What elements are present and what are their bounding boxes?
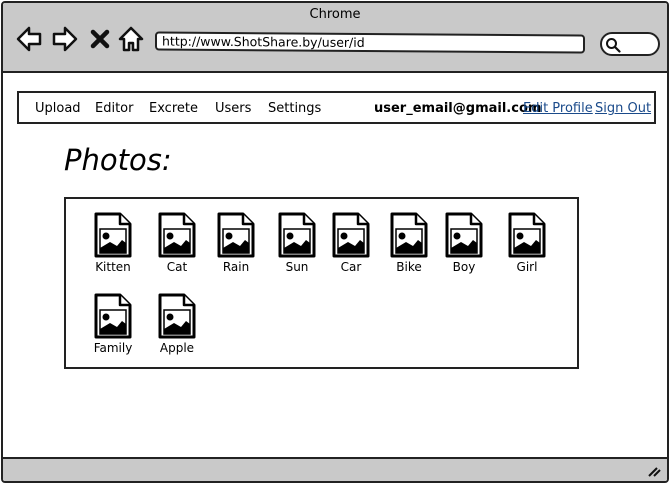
- nav-item-upload[interactable]: Upload: [35, 101, 81, 116]
- photo-gallery: Kitten Cat Rain Sun Car Bike Boy Girl Fa…: [64, 197, 579, 369]
- photo-label: Rain: [222, 260, 250, 274]
- image-file-icon: [278, 212, 316, 258]
- status-bar: [3, 457, 667, 481]
- browser-window: Chrome http://www.ShotShare.by/user/id U…: [1, 1, 669, 483]
- search-icon: [606, 38, 621, 53]
- home-icon[interactable]: [117, 23, 145, 55]
- page-title: Photos:: [64, 143, 172, 177]
- photo-item[interactable]: Bike: [379, 211, 439, 274]
- image-file-icon: [217, 212, 255, 258]
- photo-item[interactable]: Cat: [147, 211, 207, 274]
- resize-grip-icon[interactable]: [646, 462, 662, 478]
- sign-out-link[interactable]: Sign Out: [595, 101, 651, 116]
- photo-label: Sun: [285, 260, 309, 274]
- edit-profile-link[interactable]: Edit Profile: [523, 101, 593, 116]
- forward-arrow-icon[interactable]: [51, 23, 79, 55]
- image-file-icon: [158, 212, 196, 258]
- photo-item[interactable]: Sun: [267, 211, 327, 274]
- photo-label: Family: [93, 341, 133, 355]
- window-title: Chrome: [309, 7, 361, 22]
- back-arrow-icon[interactable]: [15, 23, 43, 55]
- photo-label: Cat: [166, 260, 188, 274]
- photo-label: Car: [340, 260, 362, 274]
- nav-item-editor[interactable]: Editor: [95, 101, 133, 116]
- image-file-icon: [94, 212, 132, 258]
- nav-item-settings[interactable]: Settings: [268, 101, 321, 116]
- photo-item[interactable]: Family: [83, 292, 143, 355]
- image-file-icon: [445, 212, 483, 258]
- photo-item[interactable]: Kitten: [83, 211, 143, 274]
- photo-label: Girl: [516, 260, 538, 274]
- image-file-icon: [332, 212, 370, 258]
- browser-toolbar: Chrome http://www.ShotShare.by/user/id: [3, 3, 667, 73]
- photo-item[interactable]: Car: [321, 211, 381, 274]
- photo-label: Apple: [159, 341, 195, 355]
- image-file-icon: [390, 212, 428, 258]
- address-bar[interactable]: http://www.ShotShare.by/user/id: [155, 31, 585, 54]
- photo-label: Kitten: [95, 260, 131, 274]
- image-file-icon: [158, 293, 196, 339]
- photo-label: Bike: [396, 260, 422, 274]
- user-email: user_email@gmail.com: [374, 101, 542, 116]
- nav-item-excrete[interactable]: Excrete: [149, 101, 198, 116]
- photo-label: Boy: [452, 260, 476, 274]
- close-icon[interactable]: [89, 23, 111, 55]
- photo-item[interactable]: Girl: [497, 211, 557, 274]
- photo-item[interactable]: Apple: [147, 292, 207, 355]
- photo-item[interactable]: Boy: [434, 211, 494, 274]
- image-file-icon: [94, 293, 132, 339]
- photo-item[interactable]: Rain: [206, 211, 266, 274]
- app-navbar: Upload Editor Excrete Users Settings use…: [17, 91, 656, 124]
- nav-item-users[interactable]: Users: [215, 101, 251, 116]
- search-field[interactable]: [600, 32, 660, 56]
- image-file-icon: [508, 212, 546, 258]
